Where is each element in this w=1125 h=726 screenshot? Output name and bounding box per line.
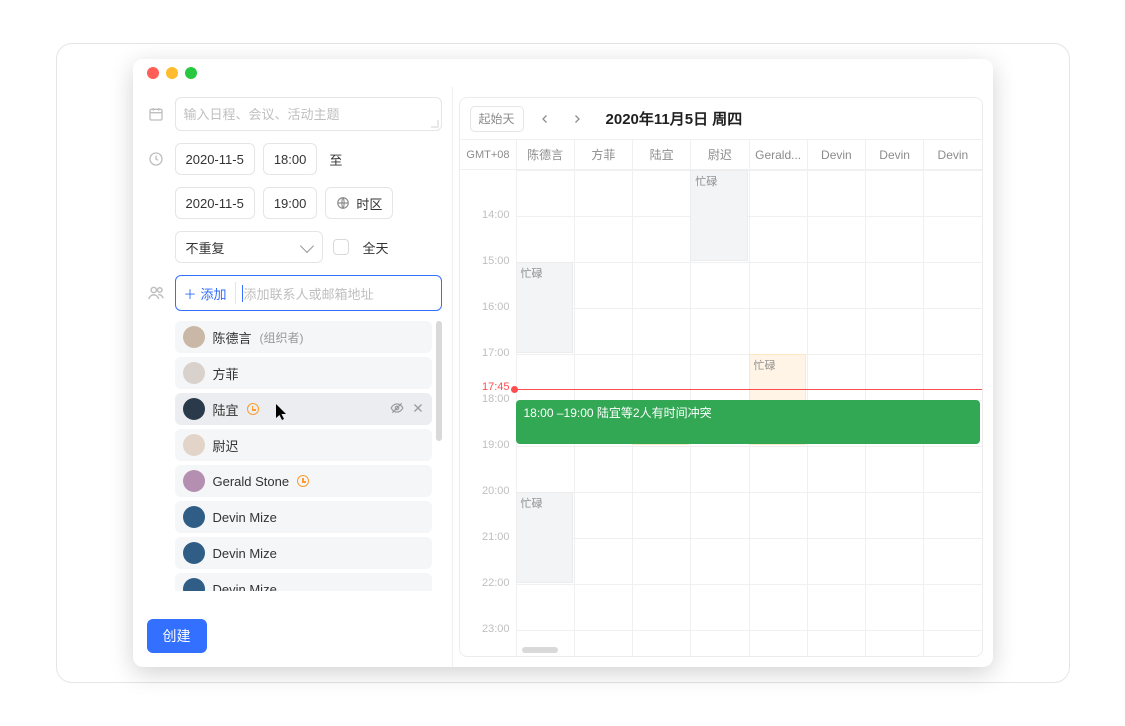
avatar — [183, 326, 205, 348]
invitee-name: 方菲 — [213, 364, 239, 383]
timezone-label: GMT+08 — [460, 149, 516, 161]
person-column-header: 陈德言 — [516, 140, 574, 169]
app-window: 输入日程、会议、活动主题 2020-11-5 18:00 至 2020-11-5 — [133, 59, 993, 667]
next-day-button[interactable] — [566, 108, 588, 130]
person-column-header: Devin — [807, 140, 865, 169]
chevron-down-icon — [299, 238, 313, 252]
avatar — [183, 578, 205, 591]
invitee-row[interactable]: 陈德言 (组织者) — [175, 321, 432, 353]
invitee-name: Devin Mize — [213, 510, 277, 525]
avatar — [183, 542, 205, 564]
schedule-grid[interactable]: 14:0015:0016:0017:0018:0019:0020:0021:00… — [460, 170, 982, 656]
scrollbar[interactable] — [436, 321, 442, 441]
person-column-header: Gerald... — [749, 140, 807, 169]
remove-icon[interactable] — [412, 402, 424, 417]
go-to-start-day-button[interactable]: 起始天 — [470, 106, 524, 132]
timezone-button[interactable]: 时区 — [325, 187, 393, 219]
invitee-name: 尉迟 — [213, 436, 239, 455]
proposed-event-block[interactable]: 18:00 –19:00 陆宜等2人有时间冲突 — [516, 400, 980, 444]
invitee-name: Devin Mize — [213, 582, 277, 592]
person-column-header: Devin — [923, 140, 981, 169]
invitee-name: Gerald Stone — [213, 474, 290, 489]
end-date-input[interactable]: 2020-11-5 — [175, 187, 255, 219]
schedule-date-title: 2020年11月5日 周四 — [606, 108, 743, 129]
avatar — [183, 398, 205, 420]
globe-icon — [336, 196, 350, 210]
avatar — [183, 434, 205, 456]
start-time-input[interactable]: 18:00 — [263, 143, 318, 175]
invitee-role: (组织者) — [260, 329, 304, 346]
all-day-label: 全天 — [359, 231, 393, 263]
conflict-icon — [297, 475, 309, 487]
event-form-pane: 输入日程、会议、活动主题 2020-11-5 18:00 至 2020-11-5 — [133, 87, 453, 667]
person-column-header: 陆宜 — [632, 140, 690, 169]
close-window-button[interactable] — [147, 67, 159, 79]
busy-block: 忙碌 — [516, 262, 573, 353]
plus-icon: ＋ — [184, 284, 197, 303]
calendar-icon — [147, 106, 165, 122]
event-title-placeholder: 输入日程、会议、活动主题 — [184, 107, 340, 122]
people-icon — [147, 284, 165, 302]
invitee-name: Devin Mize — [213, 546, 277, 561]
busy-block: 忙碌 — [690, 170, 747, 261]
event-title-input[interactable]: 输入日程、会议、活动主题 — [175, 97, 442, 131]
horizontal-scrollbar[interactable] — [522, 647, 558, 653]
start-date-input[interactable]: 2020-11-5 — [175, 143, 255, 175]
avatar — [183, 506, 205, 528]
prev-day-button[interactable] — [534, 108, 556, 130]
invitee-list: 陈德言 (组织者) 方菲陆宜尉迟 Gerald Stone Devin Mize Devi… — [175, 321, 442, 591]
maximize-window-button[interactable] — [185, 67, 197, 79]
hide-icon[interactable] — [390, 401, 404, 418]
minimize-window-button[interactable] — [166, 67, 178, 79]
invitee-name: 陆宜 — [213, 400, 239, 419]
person-column-header: Devin — [865, 140, 923, 169]
clock-icon — [147, 151, 165, 167]
invitee-row[interactable]: Devin Mize — [175, 501, 432, 533]
invitee-row[interactable]: 方菲 — [175, 357, 432, 389]
invitee-row[interactable]: Devin Mize — [175, 537, 432, 569]
invitee-input[interactable]: ＋ 添加 添加联系人或邮箱地址 — [175, 275, 442, 311]
all-day-checkbox[interactable] — [333, 239, 349, 255]
invitee-input-placeholder: 添加联系人或邮箱地址 — [244, 284, 374, 303]
repeat-select[interactable]: 不重复 — [175, 231, 323, 263]
avatar — [183, 362, 205, 384]
to-label: 至 — [325, 143, 346, 175]
invitee-row[interactable]: 陆宜 — [175, 393, 432, 425]
invitee-row[interactable]: Devin Mize — [175, 573, 432, 591]
person-column-header: 尉迟 — [690, 140, 748, 169]
cursor-icon — [275, 403, 289, 424]
invitee-row[interactable]: Gerald Stone — [175, 465, 432, 497]
invitee-name: 陈德言 — [213, 328, 252, 347]
add-invitee-button[interactable]: ＋ 添加 — [184, 282, 236, 304]
conflict-icon — [247, 403, 259, 415]
traffic-lights — [133, 59, 993, 87]
busy-block: 忙碌 — [516, 492, 573, 583]
end-time-input[interactable]: 19:00 — [263, 187, 318, 219]
current-time-indicator — [516, 389, 982, 390]
person-column-header: 方菲 — [574, 140, 632, 169]
avatar — [183, 470, 205, 492]
create-button[interactable]: 创建 — [147, 619, 207, 653]
availability-pane: 起始天 2020年11月5日 周四 GMT+08 陈德言方菲陆宜尉迟Gerald… — [453, 87, 993, 667]
invitee-row[interactable]: 尉迟 — [175, 429, 432, 461]
resize-handle-icon[interactable] — [431, 120, 439, 128]
current-time-label: 17:45 — [460, 381, 516, 393]
